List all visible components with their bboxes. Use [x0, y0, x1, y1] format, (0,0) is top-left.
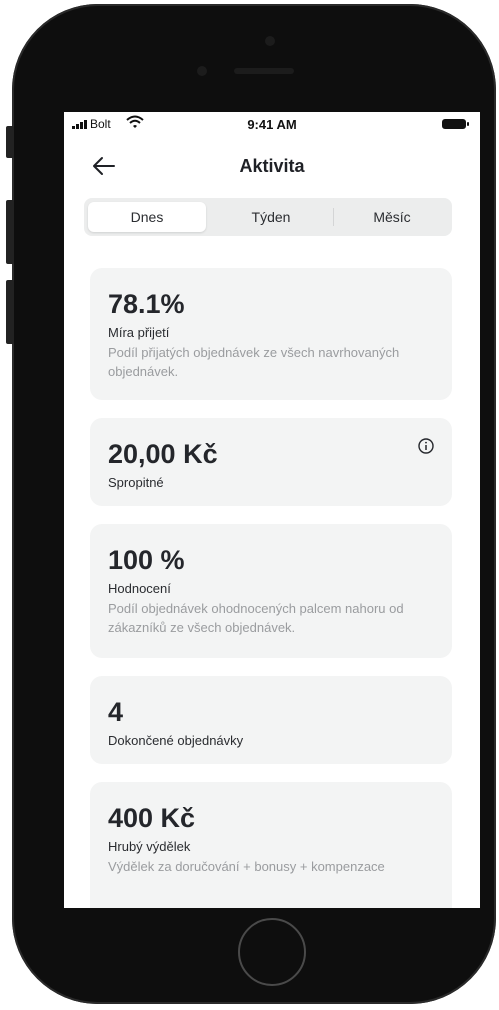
card-value: 100 % — [108, 545, 185, 575]
card-value: 78.1% — [108, 289, 185, 319]
proximity-sensor — [197, 66, 207, 76]
mute-switch[interactable] — [6, 126, 14, 158]
header: Aktivita — [64, 152, 480, 182]
phone-frame: Bolt 9:41 AM Aktivita Dnes Týden Měsíc 7… — [12, 4, 496, 1004]
volume-down-button[interactable] — [6, 280, 14, 344]
card-value: 400 Kč — [108, 803, 196, 833]
tab-separator — [333, 208, 334, 226]
card-label: Spropitné — [108, 475, 164, 490]
completed-orders-card: 4 Dokončené objednávky — [90, 676, 452, 764]
card-value: 20,00 Kč — [108, 439, 218, 469]
screen: Bolt 9:41 AM Aktivita Dnes Týden Měsíc 7… — [64, 112, 480, 908]
tab-week[interactable]: Týden — [212, 202, 330, 232]
earpiece-speaker — [234, 68, 294, 74]
card-label: Míra přijetí — [108, 325, 170, 340]
tips-card: 20,00 Kč Spropitné — [90, 418, 452, 506]
card-label: Hodnocení — [108, 581, 171, 596]
card-label: Hrubý výdělek — [108, 839, 191, 854]
page-title: Aktivita — [239, 156, 305, 176]
card-description: Podíl objednávek ohodnocených palcem nah… — [108, 601, 404, 635]
status-time: 9:41 AM — [247, 117, 297, 132]
info-icon[interactable] — [418, 438, 434, 454]
card-description: Výdělek za doručování + bonusy + kompenz… — [108, 859, 385, 874]
card-value: 4 — [108, 697, 124, 727]
tab-month[interactable]: Měsíc — [336, 202, 448, 232]
front-camera — [265, 36, 275, 46]
acceptance-rate-card: 78.1% Míra přijetí Podíl přijatých objed… — [90, 268, 452, 400]
status-bar: Bolt 9:41 AM — [64, 112, 480, 136]
home-button[interactable] — [238, 918, 306, 986]
gross-earnings-card: 400 Kč Hrubý výdělek Výdělek za doručová… — [90, 782, 452, 908]
rating-card: 100 % Hodnocení Podíl objednávek ohodnoc… — [90, 524, 452, 658]
card-description: Podíl přijatých objednávek ze všech navr… — [108, 345, 400, 379]
volume-up-button[interactable] — [6, 200, 14, 264]
period-segmented-control: Dnes Týden Měsíc — [84, 198, 452, 236]
battery-icon — [442, 119, 469, 129]
card-label: Dokončené objednávky — [108, 733, 244, 748]
tab-today[interactable]: Dnes — [88, 202, 206, 232]
